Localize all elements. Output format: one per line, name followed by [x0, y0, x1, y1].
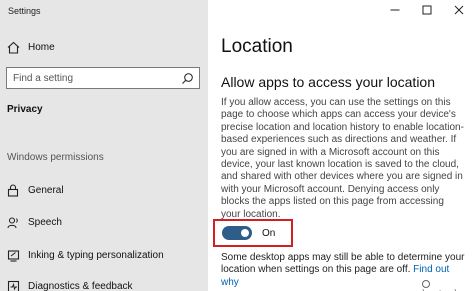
sidebar-item-home[interactable]: Home — [0, 37, 208, 57]
inking-icon — [6, 248, 20, 262]
home-label: Home — [28, 41, 55, 53]
search-input[interactable] — [7, 72, 177, 84]
close-button[interactable] — [444, 0, 474, 22]
lock-icon — [6, 183, 20, 197]
sidebar-item-speech[interactable]: Speech — [0, 212, 208, 232]
page-title: Location — [221, 36, 293, 57]
speech-icon — [6, 215, 20, 229]
sidebar-item-diagnostics[interactable]: Diagnostics & feedback — [0, 276, 208, 291]
description-text: If you allow access, you can use the set… — [221, 97, 464, 220]
section-title: Privacy — [7, 104, 43, 115]
minimize-button[interactable] — [380, 0, 410, 22]
sidebar-item-label: Inking & typing personalization — [28, 249, 164, 261]
sidebar-item-label: Speech — [28, 216, 62, 228]
section-heading: Allow apps to access your location — [221, 74, 435, 90]
sidebar-item-general[interactable]: General — [0, 180, 208, 200]
sidebar: Settings Home Privacy Windows permission… — [0, 0, 208, 291]
location-toggle[interactable] — [222, 226, 252, 240]
sidebar-item-inking[interactable]: Inking & typing personalization — [0, 245, 208, 265]
sidebar-item-label: General — [28, 184, 64, 196]
app-title: Settings — [8, 6, 41, 16]
watermark: howtoedge — [422, 280, 474, 291]
sidebar-item-label: Diagnostics & feedback — [28, 280, 133, 291]
maximize-icon — [422, 2, 432, 20]
home-icon — [6, 40, 20, 54]
search-box[interactable] — [6, 67, 200, 89]
diagnostics-icon — [6, 279, 20, 291]
toggle-state-label: On — [262, 227, 276, 239]
search-icon[interactable] — [181, 72, 194, 85]
minimize-icon — [390, 2, 400, 20]
location-toggle-highlight: On — [213, 219, 293, 247]
close-icon — [454, 2, 464, 20]
maximize-button[interactable] — [412, 0, 442, 22]
group-title: Windows permissions — [7, 152, 104, 163]
watermark-logo-icon — [422, 280, 430, 288]
toggle-knob — [241, 229, 249, 237]
